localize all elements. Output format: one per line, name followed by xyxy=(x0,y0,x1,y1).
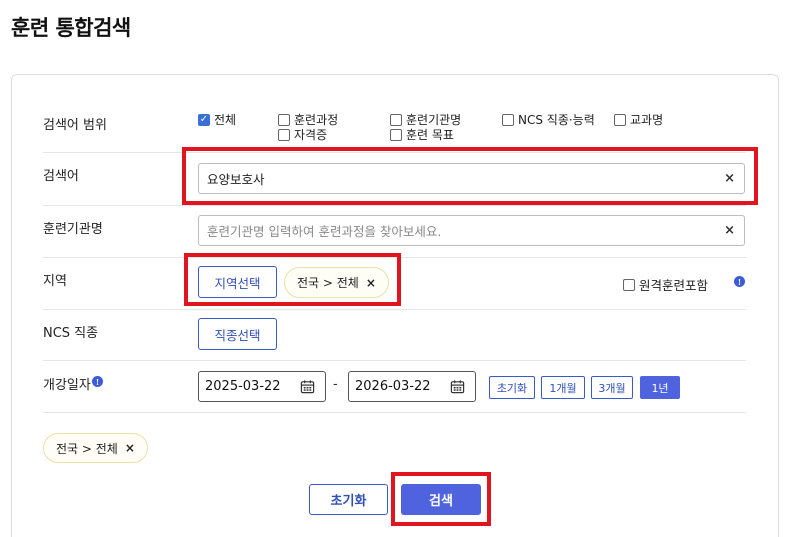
scope-checkbox-all[interactable]: ✓ 전체 xyxy=(198,111,236,128)
checkbox-icon xyxy=(390,113,402,126)
checkbox-icon xyxy=(623,278,635,291)
institution-input[interactable]: 훈련기관명 입력하여 훈련과정을 찾아보세요. × xyxy=(198,215,745,246)
institution-label: 훈련기관명 xyxy=(43,222,103,237)
region-highlight-box xyxy=(184,253,401,306)
scope-option-label: 교과명 xyxy=(630,113,664,127)
start-date-input[interactable]: 2025-03-22 xyxy=(198,371,326,402)
divider xyxy=(43,309,746,310)
end-date-value: 2026-03-22 xyxy=(355,379,431,394)
scope-option-label: 전체 xyxy=(214,113,237,127)
institution-clear-icon[interactable]: × xyxy=(724,223,735,238)
ncs-label: NCS 직종 xyxy=(43,326,99,341)
divider xyxy=(43,360,746,361)
scope-label: 검색어 범위 xyxy=(43,118,107,133)
remote-training-checkbox[interactable]: 원격훈련포함 xyxy=(623,275,708,294)
date-separator: - xyxy=(333,377,338,392)
scope-checkbox-ncs[interactable]: NCS 직종·능력 xyxy=(502,111,595,128)
divider xyxy=(43,205,746,206)
selected-filter-label: 전국 > 전체 xyxy=(56,441,118,456)
period-1year-button[interactable]: 1년 xyxy=(640,376,680,399)
end-date-input[interactable]: 2026-03-22 xyxy=(348,371,476,402)
scope-checkbox-subject[interactable]: 교과명 xyxy=(614,111,663,128)
scope-checkbox-goal[interactable]: 훈련 목표 xyxy=(390,126,454,143)
region-label: 지역 xyxy=(43,274,67,289)
search-highlight-box xyxy=(391,472,491,526)
institution-placeholder: 훈련기관명 입력하여 훈련과정을 찾아보세요. xyxy=(207,224,442,239)
period-3month-button[interactable]: 3개월 xyxy=(591,376,633,399)
checkbox-icon xyxy=(278,128,290,141)
remote-training-label: 원격훈련포함 xyxy=(639,278,709,293)
keyword-highlight-box xyxy=(182,147,758,205)
scope-option-label: 자격증 xyxy=(294,128,328,142)
info-icon[interactable]: ! xyxy=(92,376,103,387)
selected-filter-chip[interactable]: 전국 > 전체 × xyxy=(43,433,148,463)
start-date-value: 2025-03-22 xyxy=(205,379,281,394)
period-1month-button[interactable]: 1개월 xyxy=(541,376,585,399)
info-icon[interactable]: ! xyxy=(734,276,745,287)
keyword-label: 검색어 xyxy=(43,169,79,184)
scope-checkbox-certificate[interactable]: 자격증 xyxy=(278,126,327,143)
ncs-select-button[interactable]: 직종선택 xyxy=(198,318,277,350)
chip-close-icon[interactable]: × xyxy=(125,441,135,455)
divider xyxy=(43,412,746,413)
period-reset-button[interactable]: 초기화 xyxy=(489,376,535,399)
checkbox-icon xyxy=(390,128,402,141)
scope-option-label: NCS 직종·능력 xyxy=(518,113,595,127)
checkbox-checked-icon: ✓ xyxy=(198,113,210,126)
calendar-icon[interactable] xyxy=(300,379,315,394)
checkbox-icon xyxy=(614,113,626,126)
page-title: 훈련 통합검색 xyxy=(11,16,131,40)
reset-button[interactable]: 초기화 xyxy=(309,484,388,515)
scope-option-label: 훈련 목표 xyxy=(406,128,454,142)
checkbox-icon xyxy=(278,113,290,126)
calendar-icon[interactable] xyxy=(450,379,465,394)
checkbox-icon xyxy=(502,113,514,126)
period-label: 개강일자 xyxy=(43,378,91,393)
